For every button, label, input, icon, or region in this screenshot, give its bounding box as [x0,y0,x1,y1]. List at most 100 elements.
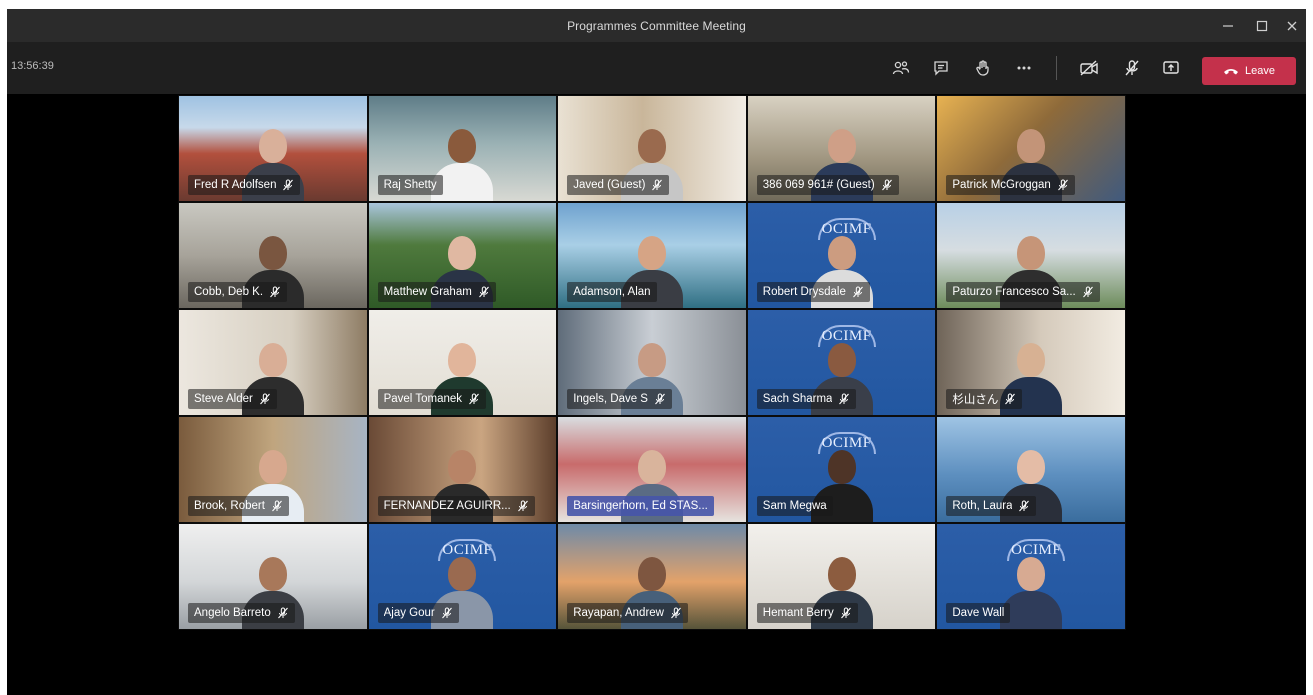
participant-name: FERNANDEZ AGUIRR... [383,500,511,512]
camera-off-icon[interactable] [1075,55,1103,81]
mic-muted-icon [478,286,489,298]
participant-name: Dave Wall [952,607,1005,619]
participant-name-label: Barsingerhorn, Ed STAS... [567,496,714,516]
participant-tile[interactable]: 386 069 961# (Guest) [746,95,937,202]
participant-name-label: Raj Shetty [377,175,443,195]
participant-tile[interactable]: 杉山さん [936,309,1126,416]
raise-hand-icon[interactable] [969,55,997,81]
mic-muted-icon [469,393,479,405]
participant-tile[interactable]: FERNANDEZ AGUIRR... [367,416,558,523]
more-options-icon[interactable] [1010,55,1038,81]
participant-name: Robert Drysdale [762,286,846,298]
mic-muted-icon [270,286,280,298]
mic-muted-icon [652,179,663,191]
participant-name: Javed (Guest) [573,179,646,191]
participant-tile[interactable]: Javed (Guest) [557,95,747,202]
participant-tile[interactable]: Angelo Barreto [178,523,368,630]
mic-muted-icon [441,607,452,619]
meeting-clock: 13:56:39 [11,60,54,72]
participant-name: Ingels, Dave S [573,393,648,405]
participant-name-label: Javed (Guest) [567,175,670,195]
participant-name: Ajay Gour [383,607,435,619]
mic-muted-icon [277,607,288,619]
participant-tile[interactable]: Pavel Tomanek [367,309,558,416]
mic-muted-icon [259,393,270,405]
participant-tile[interactable]: Hemant Berry [746,523,937,630]
participant-name-label: Patrick McGroggan [946,175,1075,195]
participant-tile[interactable]: Ingels, Dave S [557,309,747,416]
participant-tile[interactable]: Paturzo Francesco Sa... [936,202,1126,309]
participant-name-label: Matthew Graham [377,282,496,302]
mic-muted-icon [671,607,681,619]
participant-tile[interactable]: OCIMF50Robert Drysdale [746,202,937,309]
people-icon[interactable] [887,55,915,81]
participant-tile[interactable]: Roth, Laura [936,416,1126,523]
title-bar: Programmes Committee Meeting [7,9,1306,42]
participant-name-label: Cobb, Deb K. [188,282,288,302]
participant-tile[interactable]: Matthew Graham [367,202,558,309]
participant-tile[interactable]: Steve Alder [178,309,368,416]
participant-name-label: Robert Drysdale [756,282,870,302]
participant-name-label: Sach Sharma [756,389,857,409]
minimize-icon[interactable] [1212,9,1244,42]
participant-name: Angelo Barreto [194,607,271,619]
participant-name-label: Pavel Tomanek [377,389,487,409]
participant-name-label: Sam Megwa [756,496,833,516]
participant-name-label: 杉山さん [946,389,1023,409]
phone-icon [1224,69,1238,75]
mic-muted-icon [881,179,892,191]
mic-muted-icon [1082,286,1093,298]
participant-name: Fred R Adolfsen [194,179,277,191]
participant-name: Patrick McGroggan [952,179,1051,191]
chat-icon[interactable] [927,55,955,81]
participant-tile[interactable]: Cobb, Deb K. [178,202,368,309]
meeting-window: Programmes Committee Meeting 13:56:39 Le… [7,9,1306,695]
participant-tile[interactable]: Brook, Robert [178,416,368,523]
participant-name: Brook, Robert [194,500,265,512]
participant-name: 386 069 961# (Guest) [762,179,875,191]
participant-tile[interactable]: Barsingerhorn, Ed STAS... [557,416,747,523]
participant-tile[interactable]: OCIMF50Sam Megwa [746,416,937,523]
participant-name: 杉山さん [952,394,999,406]
participant-name-label: Adamson, Alan [567,282,657,302]
leave-button[interactable]: Leave [1202,57,1296,85]
participant-name: Sam Megwa [762,500,827,512]
participant-grid: Fred R Adolfsen Raj Shetty Javed (Guest) 38… [178,95,1126,630]
leave-label: Leave [1245,65,1275,77]
meeting-title: Programmes Committee Meeting [567,19,746,33]
participant-name-label: Fred R Adolfsen [188,175,301,195]
participant-name-label: Steve Alder [188,389,277,409]
mic-muted-icon [852,286,863,298]
participant-name-label: Angelo Barreto [188,603,295,623]
participant-name-label: Rayapan, Andrew [567,603,688,623]
participant-tile[interactable]: Adamson, Alan [557,202,747,309]
participant-tile[interactable]: OCIMF50Ajay Gour [367,523,558,630]
mic-muted-icon [272,500,282,512]
toolbar-divider [1056,56,1057,80]
mic-muted-icon[interactable] [1118,55,1146,81]
participant-tile[interactable]: Rayapan, Andrew [557,523,747,630]
participant-name-label: Paturzo Francesco Sa... [946,282,1100,302]
participant-name-label: FERNANDEZ AGUIRR... [377,496,535,516]
participant-name-label: Ajay Gour [377,603,459,623]
participant-tile[interactable]: OCIMF50Dave Wall [936,523,1126,630]
participant-name-label: Roth, Laura [946,496,1037,516]
mic-muted-icon [1005,393,1016,405]
participant-name: Rayapan, Andrew [573,607,664,619]
participant-tile[interactable]: Raj Shetty [367,95,558,202]
participant-tile[interactable]: OCIMF50Sach Sharma [746,309,937,416]
participant-name: Roth, Laura [952,500,1013,512]
participant-tile[interactable]: Fred R Adolfsen [178,95,368,202]
mic-muted-icon [839,393,850,405]
share-screen-icon[interactable] [1157,55,1185,81]
participant-tile[interactable]: Patrick McGroggan [936,95,1126,202]
participant-name: Paturzo Francesco Sa... [952,286,1076,298]
meeting-toolbar: 13:56:39 Leave [7,42,1306,94]
participant-name: Pavel Tomanek [383,393,463,405]
maximize-icon[interactable] [1246,9,1278,42]
participant-name: Steve Alder [194,393,253,405]
participant-name: Adamson, Alan [573,286,651,298]
participant-name: Cobb, Deb K. [194,286,264,298]
close-icon[interactable] [1276,9,1306,42]
mic-muted-icon [1019,500,1030,512]
